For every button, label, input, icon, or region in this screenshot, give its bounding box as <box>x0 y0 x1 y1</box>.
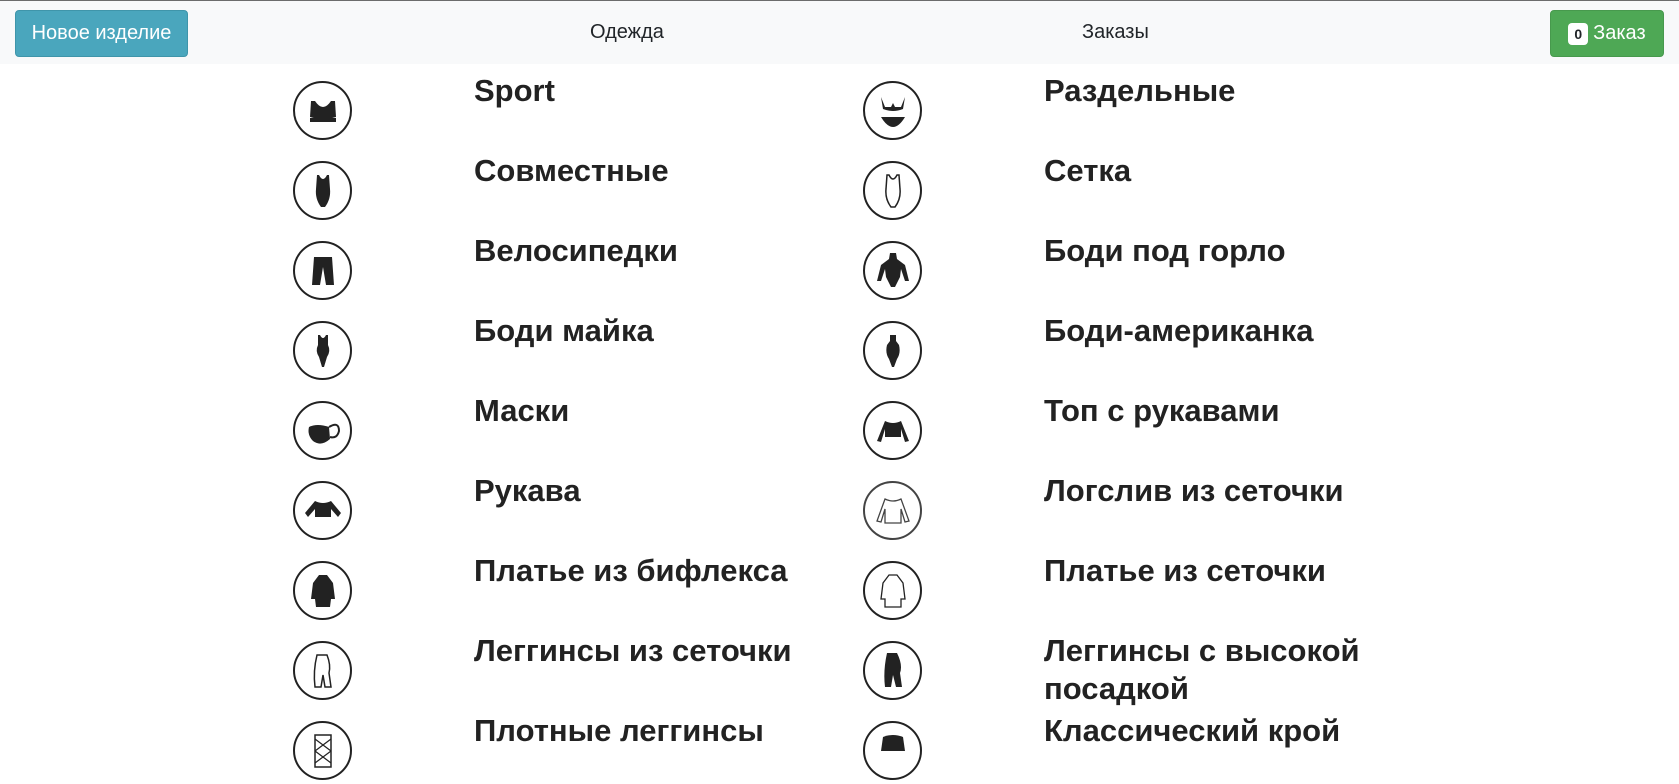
category-item-classic-cut[interactable]: Классический крой <box>863 704 1383 784</box>
long-sleeve-top-icon <box>863 401 922 460</box>
category-item-dense-leggings[interactable]: Плотные леггинсы <box>293 704 813 784</box>
mesh-swimsuit-icon <box>863 161 922 220</box>
category-label: Рукава <box>474 473 581 508</box>
category-item-masks[interactable]: Маски <box>293 384 813 464</box>
tank-bodysuit-icon <box>293 321 352 380</box>
category-item-sport[interactable]: Sport <box>293 64 813 144</box>
category-label: Классический крой <box>1044 713 1341 748</box>
mesh-longsleeve-icon <box>863 481 922 540</box>
category-item-turtleneck-bodysuit[interactable]: Боди под горло <box>863 224 1383 304</box>
new-item-button[interactable]: Новое изделие <box>15 10 188 57</box>
high-waist-leggings-icon <box>863 641 922 700</box>
category-label: Сетка <box>1044 153 1132 188</box>
product-category-grid: Sport Совместные Велосипедки Боди майка … <box>0 64 1679 780</box>
category-item-halter-bodysuit[interactable]: Боди-американка <box>863 304 1383 384</box>
category-item-tank-bodysuit[interactable]: Боди майка <box>293 304 813 384</box>
navbar: Новое изделие Одежда Заказы 0 Заказ <box>0 0 1679 64</box>
new-item-label: Новое изделие <box>31 22 172 44</box>
category-item-mesh-dress[interactable]: Платье из сеточки <box>863 544 1383 624</box>
category-label: Боди-американка <box>1044 313 1314 348</box>
mesh-dress-icon <box>863 561 922 620</box>
turtleneck-bodysuit-icon <box>863 241 922 300</box>
category-label: Леггинсы из сеточки <box>474 633 792 668</box>
order-label: Заказ <box>1593 22 1646 44</box>
category-item-separate[interactable]: Раздельные <box>863 64 1383 144</box>
category-label: Sport <box>474 73 555 108</box>
category-label: Леггинсы с высокой посадкой <box>1044 633 1360 706</box>
mesh-leggings-icon <box>293 641 352 700</box>
category-item-biflex-dress[interactable]: Платье из бифлекса <box>293 544 813 624</box>
face-mask-icon <box>293 401 352 460</box>
order-count-badge: 0 <box>1568 22 1589 45</box>
category-label: Велосипедки <box>474 233 678 268</box>
category-item-high-waist-leggings[interactable]: Леггинсы с высокой посадкой <box>863 624 1383 706</box>
halter-bodysuit-icon <box>863 321 922 380</box>
order-button[interactable]: 0 Заказ <box>1550 10 1664 57</box>
category-item-mesh-longsleeve[interactable]: Логслив из сеточки <box>863 464 1383 544</box>
biflex-dress-icon <box>293 561 352 620</box>
classic-cut-icon <box>863 721 922 780</box>
sleeves-crop-top-icon <box>293 481 352 540</box>
category-label: Платье из сеточки <box>1044 553 1326 588</box>
bike-shorts-icon <box>293 241 352 300</box>
category-label: Боди под горло <box>1044 233 1286 268</box>
category-label: Маски <box>474 393 570 428</box>
category-item-sleeves[interactable]: Рукава <box>293 464 813 544</box>
nav-orders-link[interactable]: Заказы <box>1082 21 1149 44</box>
category-item-bike-shorts[interactable]: Велосипедки <box>293 224 813 304</box>
category-label: Логслив из сеточки <box>1044 473 1344 508</box>
category-label: Плотные леггинсы <box>474 713 764 748</box>
nav-clothes-link[interactable]: Одежда <box>590 21 664 44</box>
category-item-combined[interactable]: Совместные <box>293 144 813 224</box>
bikini-icon <box>863 81 922 140</box>
fishnet-leggings-icon <box>293 721 352 780</box>
swimsuit-icon <box>293 161 352 220</box>
category-item-mesh-leggings[interactable]: Леггинсы из сеточки <box>293 624 813 704</box>
category-item-mesh[interactable]: Сетка <box>863 144 1383 224</box>
category-label: Совместные <box>474 153 669 188</box>
category-label: Раздельные <box>1044 73 1236 108</box>
category-label: Платье из бифлекса <box>474 553 788 588</box>
category-label: Боди майка <box>474 313 654 348</box>
category-item-top-with-sleeves[interactable]: Топ с рукавами <box>863 384 1383 464</box>
sports-bra-icon <box>293 81 352 140</box>
category-label: Топ с рукавами <box>1044 393 1280 428</box>
